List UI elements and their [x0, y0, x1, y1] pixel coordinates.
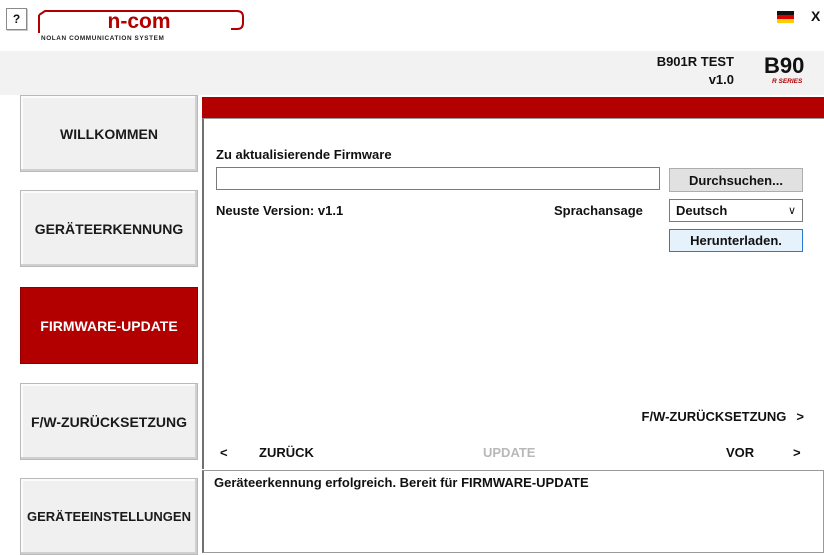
next-button[interactable]: VOR: [726, 445, 754, 460]
language-selected-value: Deutsch: [676, 203, 728, 218]
voice-prompt-label: Sprachansage: [554, 203, 643, 218]
series-text: R SERIES: [772, 78, 803, 85]
status-box: Geräteerkennung erfolgreich. Bereit für …: [202, 470, 824, 553]
fw-reset-link[interactable]: F/W-ZURÜCKSETZUNG >: [642, 409, 804, 424]
close-button[interactable]: X: [811, 8, 820, 24]
chevron-down-icon: ∨: [787, 205, 796, 217]
b901-series-logo: B90 R SERIES: [764, 53, 804, 85]
firmware-label: Zu aktualisierende Firmware: [216, 147, 392, 162]
device-version: v1.0: [708, 72, 734, 87]
update-button: UPDATE: [483, 445, 536, 460]
download-button[interactable]: Herunterladen.: [669, 229, 803, 252]
language-select[interactable]: Deutsch ∨: [669, 199, 803, 222]
firmware-path-input[interactable]: [216, 167, 660, 190]
fw-reset-arrow-icon: >: [796, 409, 804, 424]
section-header-bar: [202, 97, 824, 118]
device-logo-text: B90: [764, 53, 804, 78]
logo-text: n-com: [108, 10, 171, 33]
fw-reset-label: F/W-ZURÜCKSETZUNG: [641, 409, 787, 424]
latest-version-text: Neuste Version: v1.1: [216, 203, 344, 218]
nav-fw-reset[interactable]: F/W-ZURÜCKSETZUNG: [20, 383, 198, 460]
nav-welcome[interactable]: WILLKOMMEN: [20, 95, 198, 172]
german-flag-icon[interactable]: [777, 11, 794, 23]
browse-button[interactable]: Durchsuchen...: [669, 168, 803, 192]
help-button[interactable]: ?: [6, 8, 27, 30]
nav-firmware-update[interactable]: FIRMWARE-UPDATE: [20, 287, 198, 364]
device-name: B901R TEST: [656, 54, 734, 69]
status-message: Geräteerkennung erfolgreich. Bereit für …: [214, 475, 589, 490]
logo-subtext: NOLAN COMMUNICATION SYSTEM: [41, 35, 164, 42]
back-arrow-icon[interactable]: <: [220, 445, 228, 460]
back-button[interactable]: ZURÜCK: [259, 445, 314, 460]
nav-device-settings[interactable]: GERÄTEEINSTELLUNGEN: [20, 478, 198, 555]
next-arrow-icon[interactable]: >: [793, 445, 801, 460]
nav-device-detection[interactable]: GERÄTEERKENNUNG: [20, 190, 198, 267]
ncom-logo: n-com NOLAN COMMUNICATION SYSTEM: [38, 10, 244, 42]
